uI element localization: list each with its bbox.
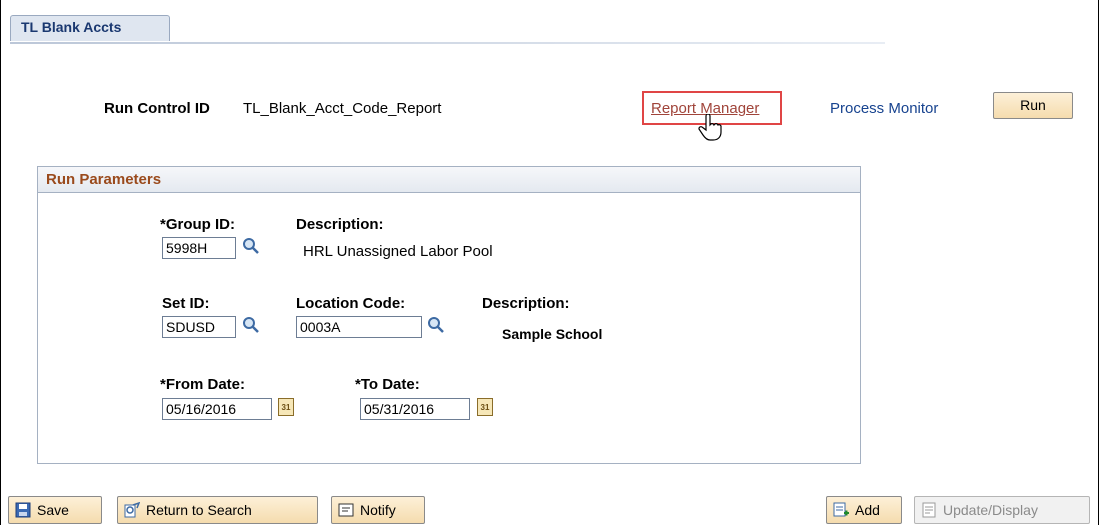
add-button[interactable]: Add [826, 496, 902, 524]
to-date-calendar-icon[interactable]: 31 [477, 398, 493, 416]
group-description-label: Description: [296, 216, 384, 233]
notify-label: Notify [360, 502, 396, 518]
location-description-label: Description: [482, 295, 570, 312]
tab-tl-blank-accts[interactable]: TL Blank Accts [10, 15, 170, 41]
to-date-input[interactable]: 05/31/2016 [360, 398, 470, 420]
set-id-input[interactable]: SDUSD [162, 316, 236, 338]
group-id-lookup-icon[interactable] [242, 237, 260, 255]
location-code-label: Location Code: [296, 295, 406, 312]
from-date-input[interactable]: 05/16/2016 [162, 398, 272, 420]
location-code-input[interactable]: 0003A [296, 316, 422, 338]
hand-cursor-icon [698, 114, 722, 141]
from-date-label: *From Date: [160, 376, 246, 393]
to-date-label: *To Date: [355, 376, 420, 393]
set-id-label: Set ID: [162, 295, 210, 312]
add-label: Add [855, 502, 880, 518]
location-code-lookup-icon[interactable] [427, 316, 445, 334]
update-display-icon [922, 502, 936, 518]
return-to-search-button[interactable]: Return to Search [117, 496, 318, 524]
tab-divider [10, 42, 885, 44]
run-button[interactable]: Run [993, 92, 1073, 119]
save-button[interactable]: Save [8, 496, 102, 524]
group-description-value: HRL Unassigned Labor Pool [303, 243, 493, 260]
set-id-lookup-icon[interactable] [242, 316, 260, 334]
group-id-input[interactable]: 5998H [162, 237, 236, 259]
location-description-value: Sample School [502, 326, 603, 342]
group-id-label: *Group ID: [160, 216, 235, 233]
return-to-search-label: Return to Search [146, 502, 252, 518]
update-display-button: Update/Display [914, 496, 1090, 524]
notify-button[interactable]: Notify [331, 496, 425, 524]
notify-icon [338, 503, 354, 517]
run-parameters-title: Run Parameters [38, 167, 860, 193]
save-icon [15, 502, 31, 518]
save-label: Save [37, 502, 69, 518]
return-to-search-icon [124, 502, 140, 518]
add-icon [833, 502, 849, 517]
run-control-label: Run Control ID [104, 100, 210, 117]
process-monitor-link[interactable]: Process Monitor [830, 100, 938, 117]
from-date-calendar-icon[interactable]: 31 [278, 398, 294, 416]
run-control-value: TL_Blank_Acct_Code_Report [243, 100, 442, 117]
update-display-label: Update/Display [943, 502, 1038, 518]
